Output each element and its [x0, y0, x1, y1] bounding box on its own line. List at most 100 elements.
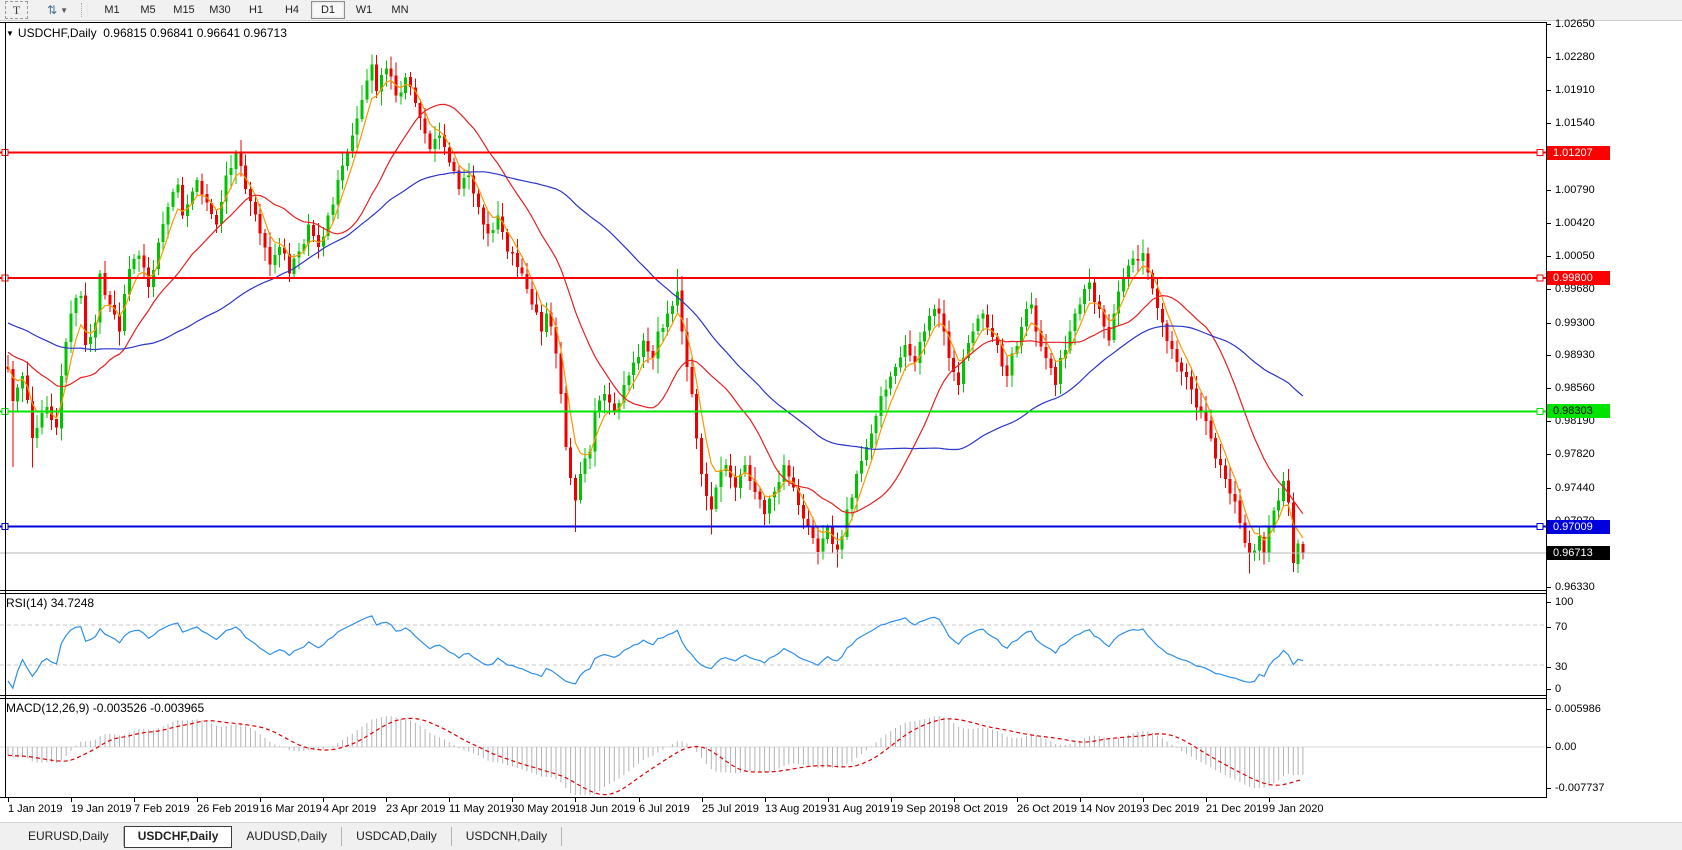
chart-tab-eurusd[interactable]: EURUSD,Daily	[14, 827, 124, 846]
sort-arrows-icon: ⇅	[47, 3, 57, 17]
price-tick-label: 0.99300	[1555, 317, 1595, 329]
date-label: 1 Jan 2019	[8, 803, 62, 815]
chart-tab-usdchf[interactable]: USDCHF,Daily	[124, 826, 233, 848]
timeframe-button-m15[interactable]: M15	[167, 1, 201, 19]
timeframe-toolbar: M1M5M15M30H1H4D1W1MN	[94, 1, 418, 19]
date-label: 13 Aug 2019	[765, 803, 827, 815]
rsi-axis-label: 0	[1555, 683, 1561, 695]
date-label: 26 Oct 2019	[1017, 803, 1077, 815]
price-tick-label: 0.97440	[1555, 482, 1595, 494]
rsi-value: 34.7248	[51, 596, 94, 610]
price-tick	[1547, 90, 1551, 91]
open-value: 0.96815	[103, 26, 146, 40]
toolbar-separator	[81, 3, 88, 17]
current-price-badge: 0.96713	[1547, 546, 1610, 560]
high-value: 0.96841	[150, 26, 193, 40]
date-label: 26 Feb 2019	[197, 803, 259, 815]
price-tick	[1547, 24, 1551, 25]
rsi-axis-label: 70	[1555, 621, 1567, 633]
date-tick	[323, 798, 324, 802]
timeframe-button-h4[interactable]: H4	[275, 1, 309, 19]
rsi-tick	[1547, 602, 1551, 603]
date-label: 19 Sep 2019	[891, 803, 953, 815]
low-value: 0.96641	[197, 26, 240, 40]
price-tick	[1547, 190, 1551, 191]
chart-tab-usdcad[interactable]: USDCAD,Daily	[342, 827, 452, 846]
text-tool-button[interactable]: T	[5, 1, 28, 19]
price-tick	[1547, 323, 1551, 324]
date-label: 14 Nov 2019	[1080, 803, 1142, 815]
date-tick	[765, 798, 766, 802]
date-label: 30 May 2019	[512, 803, 576, 815]
price-axis[interactable]: 1.02650 1.02280 1.01910 1.01540 1.01170 …	[1547, 22, 1682, 798]
price-tick	[1547, 123, 1551, 124]
price-tick-label: 1.00790	[1555, 184, 1595, 196]
macd-label: MACD(12,26,9) -0.003526 -0.003965	[6, 701, 204, 715]
chart-tab-audusd[interactable]: AUDUSD,Daily	[232, 827, 342, 846]
date-tick	[449, 798, 450, 802]
price-tick	[1547, 289, 1551, 290]
hline-price-badge: 0.99800	[1547, 271, 1610, 285]
date-tick	[702, 798, 703, 802]
date-tick	[891, 798, 892, 802]
timeframe-button-m1[interactable]: M1	[95, 1, 129, 19]
date-tick	[1269, 798, 1270, 802]
price-tick-label: 1.01910	[1555, 84, 1595, 96]
chart-left-border	[5, 23, 6, 797]
macd-panel[interactable]: MACD(12,26,9) -0.003526 -0.003965	[0, 699, 1546, 797]
date-label: 21 Dec 2019	[1206, 803, 1268, 815]
indicator-cycle-button[interactable]: ⇅ ▼	[43, 2, 72, 18]
chart-tab-bar: EURUSD,DailyUSDCHF,DailyAUDUSD,DailyUSDC…	[0, 822, 1682, 850]
hline-price-badge: 0.98303	[1547, 404, 1610, 418]
date-tick	[1143, 798, 1144, 802]
rsi-axis-label: 30	[1555, 661, 1567, 673]
rsi-tick	[1547, 689, 1551, 690]
price-tick-label: 1.01540	[1555, 117, 1595, 129]
macd-values: -0.003526 -0.003965	[93, 701, 204, 715]
time-axis[interactable]: 1 Jan 2019 19 Jan 2019 7 Feb 2019 26 Feb…	[0, 798, 1682, 822]
macd-tick	[1547, 747, 1551, 748]
rsi-panel[interactable]: RSI(14) 34.7248	[0, 594, 1546, 695]
timeframe-button-m5[interactable]: M5	[131, 1, 165, 19]
date-tick	[260, 798, 261, 802]
date-tick	[1017, 798, 1018, 802]
date-tick	[828, 798, 829, 802]
rsi-axis-label: 100	[1555, 596, 1573, 608]
price-tick	[1547, 256, 1551, 257]
price-tick-label: 0.98930	[1555, 349, 1595, 361]
price-tick	[1547, 57, 1551, 58]
date-label: 18 Jun 2019	[575, 803, 636, 815]
chart-tab-usdcnh[interactable]: USDCNH,Daily	[452, 827, 562, 846]
price-chart-panel[interactable]: ▼USDCHF,Daily 0.96815 0.96841 0.96641 0.…	[0, 23, 1546, 590]
date-tick	[197, 798, 198, 802]
hline-price-badge: 1.01207	[1547, 146, 1610, 160]
price-tick-label: 0.98560	[1555, 382, 1595, 394]
price-tick-label: 1.02650	[1555, 18, 1595, 30]
timeframe-button-m30[interactable]: M30	[203, 1, 237, 19]
date-label: 16 Mar 2019	[260, 803, 322, 815]
price-tick	[1547, 223, 1551, 224]
close-value: 0.96713	[243, 26, 286, 40]
date-tick	[1080, 798, 1081, 802]
price-tick	[1547, 454, 1551, 455]
timeframe-button-w1[interactable]: W1	[347, 1, 381, 19]
date-label: 9 Jan 2020	[1269, 803, 1323, 815]
price-tick	[1547, 587, 1551, 588]
rsi-tick	[1547, 627, 1551, 628]
timeframe-button-mn[interactable]: MN	[383, 1, 417, 19]
date-tick	[386, 798, 387, 802]
price-tick-label: 0.97820	[1555, 448, 1595, 460]
date-tick	[575, 798, 576, 802]
timeframe-button-d1[interactable]: D1	[311, 1, 345, 19]
collapse-triangle-icon: ▼	[6, 29, 14, 38]
date-label: 6 Jul 2019	[639, 803, 690, 815]
date-label: 19 Jan 2019	[71, 803, 132, 815]
date-label: 7 Feb 2019	[134, 803, 190, 815]
hline-price-badge: 0.97009	[1547, 520, 1610, 534]
macd-tick	[1547, 788, 1551, 789]
date-label: 8 Oct 2019	[954, 803, 1008, 815]
date-label: 3 Dec 2019	[1143, 803, 1199, 815]
price-tick-label: 1.02280	[1555, 51, 1595, 63]
price-tick-label: 1.00420	[1555, 217, 1595, 229]
timeframe-button-h1[interactable]: H1	[239, 1, 273, 19]
